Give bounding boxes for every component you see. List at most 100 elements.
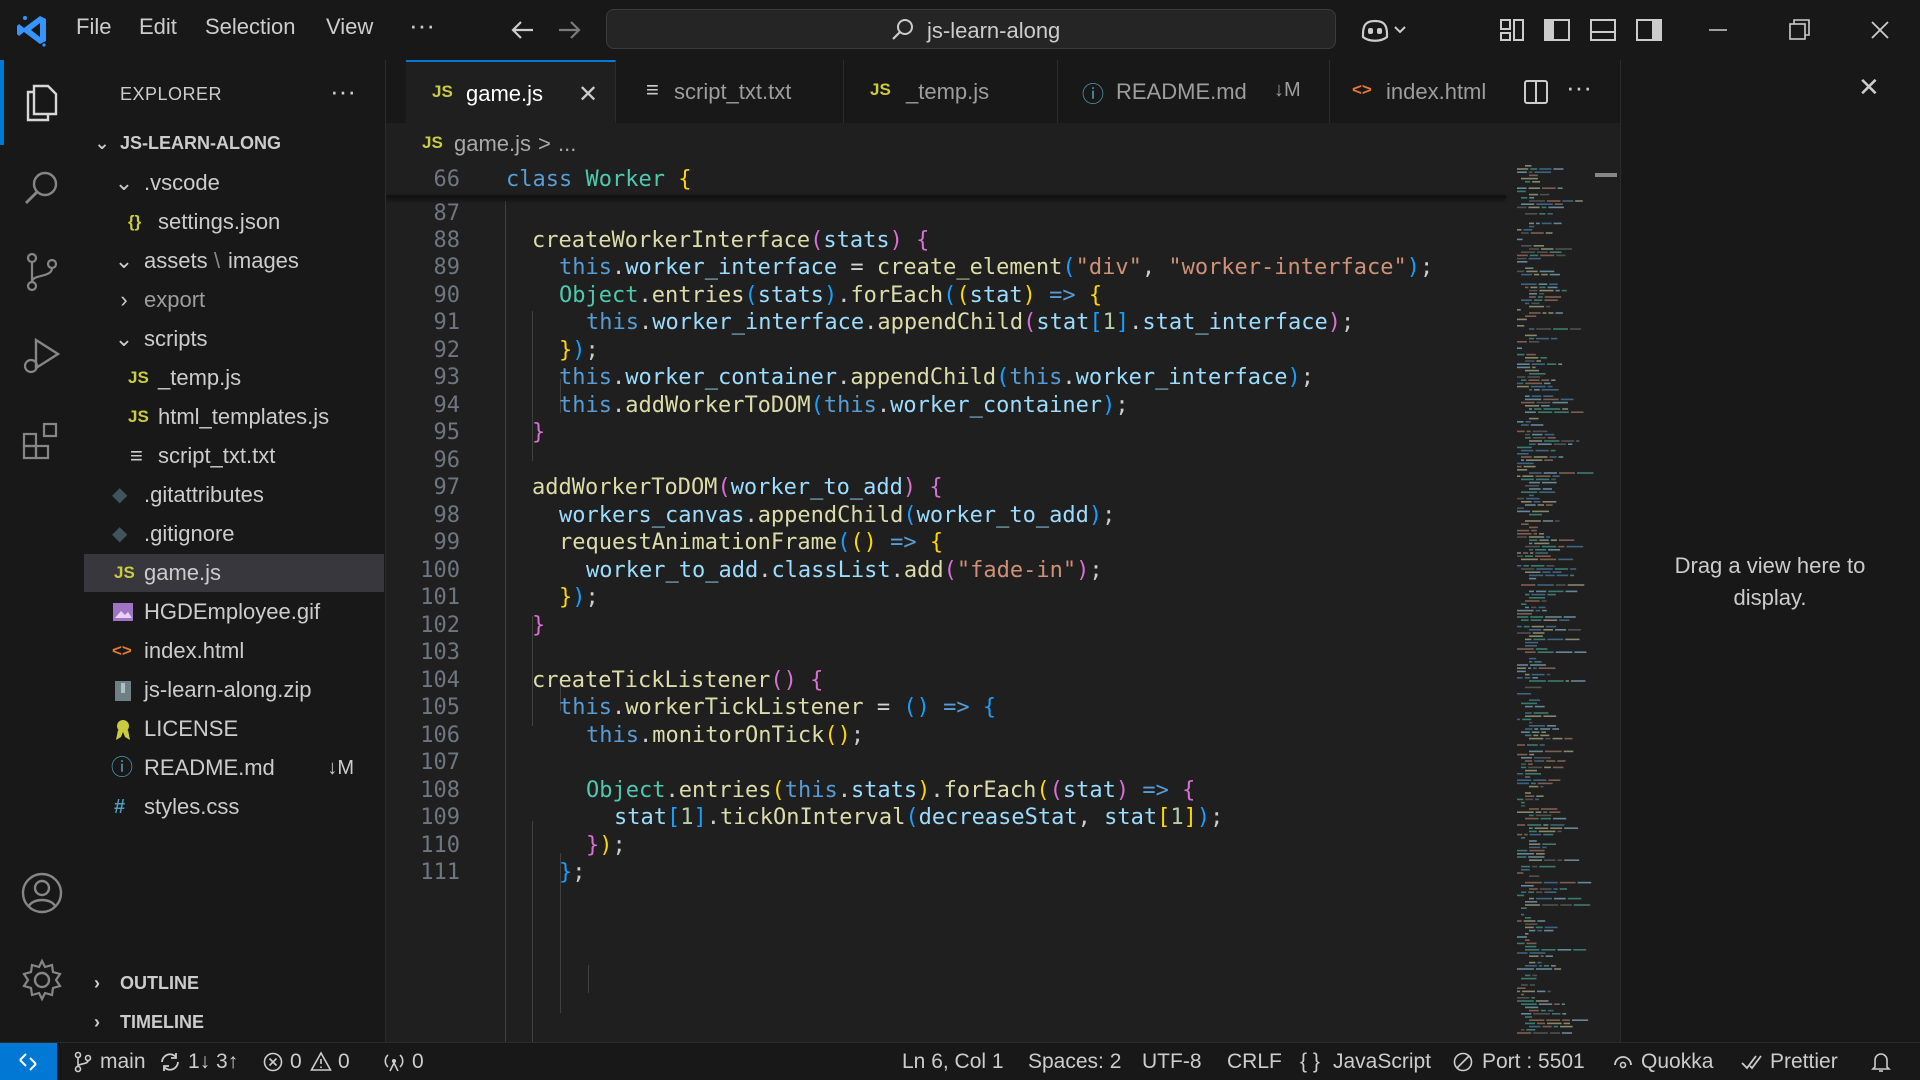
tree-file-hgdemployee-gif[interactable]: HGDEmployee.gif <box>84 593 384 631</box>
live-server-port[interactable]: Port : 5501 <box>1482 1050 1585 1074</box>
tree-file-index-html[interactable]: <> index.html <box>84 632 384 670</box>
notifications-bell-icon[interactable] <box>1870 1050 1892 1074</box>
breadcrumb-symbol[interactable]: ... <box>558 131 576 157</box>
minimap-code-stroke <box>1529 888 1538 890</box>
tree-file-readme[interactable]: ⓘ README.md ↓M <box>84 749 384 787</box>
tree-file-settings-json[interactable]: {} settings.json <box>84 203 384 241</box>
tree-file-styles-css[interactable]: # styles.css <box>84 788 384 826</box>
remote-indicator[interactable] <box>0 1043 57 1080</box>
prettier-status[interactable]: Prettier <box>1770 1050 1838 1074</box>
toggle-secondary-sidebar-icon[interactable] <box>1631 12 1667 48</box>
breadcrumb-file[interactable]: game.js <box>454 131 531 157</box>
minimap-code-stroke <box>1544 750 1562 753</box>
close-window-icon[interactable] <box>1862 12 1898 48</box>
code-line[interactable]: 111}; <box>386 856 1506 890</box>
close-secondary-sidebar-icon[interactable]: ✕ <box>1858 72 1880 103</box>
tree-file-script-txt[interactable]: ≡ script_txt.txt <box>84 437 384 475</box>
tab-temp-js[interactable]: JS _temp.js <box>844 60 1058 123</box>
minimap-code-stroke <box>1517 347 1523 349</box>
minimap-code-stroke <box>1517 206 1527 209</box>
minimap-code-stroke <box>1528 171 1533 173</box>
minimize-icon[interactable] <box>1700 12 1736 48</box>
outline-section[interactable]: › OUTLINE <box>84 964 384 1002</box>
minimap-code-stroke <box>1525 357 1539 359</box>
minimap-code-stroke <box>1523 565 1529 567</box>
minimap-code-stroke <box>1538 830 1556 833</box>
forward-arrow-icon[interactable] <box>551 12 587 48</box>
tree-folder-scripts[interactable]: ⌄ scripts <box>84 320 384 358</box>
tree-file-game-js[interactable]: JS game.js <box>84 554 384 592</box>
minimap-code-stroke <box>1557 760 1566 762</box>
minimap-code-stroke <box>1535 552 1549 554</box>
minimap-code-stroke <box>1547 638 1564 641</box>
command-center-search[interactable]: js-learn-along <box>606 9 1336 49</box>
settings-gear-icon[interactable] <box>18 956 66 1004</box>
tree-file-license[interactable]: LICENSE <box>84 710 384 748</box>
tree-file-html-templates-js[interactable]: JS html_templates.js <box>84 398 384 436</box>
quokka-status[interactable]: Quokka <box>1641 1050 1713 1074</box>
toggle-panel-icon[interactable] <box>1585 12 1621 48</box>
encoding[interactable]: UTF-8 <box>1142 1050 1202 1074</box>
editor-more-actions[interactable]: ··· <box>1566 72 1592 103</box>
error-count[interactable]: 0 <box>290 1050 302 1074</box>
minimap-code-stroke <box>1529 875 1540 877</box>
tree-folder-vscode[interactable]: ⌄ .vscode <box>84 164 384 202</box>
indentation[interactable]: Spaces: 2 <box>1028 1050 1121 1074</box>
menu-file[interactable]: File <box>76 14 111 40</box>
cursor-position[interactable]: Ln 6, Col 1 <box>902 1050 1004 1074</box>
minimap-code-stroke <box>1547 437 1556 439</box>
tab-index-html[interactable]: <> index.html <box>1330 60 1510 123</box>
sticky-scroll-line[interactable]: 66 class Worker { <box>386 163 1506 197</box>
line-endings[interactable]: CRLF <box>1227 1050 1282 1074</box>
split-editor-icon[interactable] <box>1522 78 1550 106</box>
menu-view[interactable]: View <box>326 14 373 40</box>
ports-count[interactable]: 0 <box>412 1050 424 1074</box>
toggle-primary-sidebar-icon[interactable] <box>1539 12 1575 48</box>
tree-folder-export[interactable]: › export <box>84 281 384 319</box>
tree-file-zip[interactable]: js-learn-along.zip <box>84 671 384 709</box>
overview-ruler-thumb[interactable] <box>1595 173 1617 177</box>
minimap-code-stroke <box>1517 664 1529 666</box>
restore-icon[interactable] <box>1781 12 1817 48</box>
workspace-root[interactable]: ⌄ JS-LEARN-ALONG <box>84 124 384 162</box>
menu-selection[interactable]: Selection <box>205 14 296 40</box>
source-control-icon[interactable] <box>18 248 66 296</box>
tab-readme[interactable]: ⓘ README.md ↓M <box>1058 60 1330 123</box>
minimap-code-stroke <box>1521 251 1536 253</box>
language-mode[interactable]: JavaScript <box>1333 1050 1431 1074</box>
tree-file-temp-js[interactable]: JS _temp.js <box>84 359 384 397</box>
sync-status[interactable]: 1↓ 3↑ <box>188 1050 238 1074</box>
close-tab-icon[interactable]: ✕ <box>578 80 598 109</box>
tab-game-js[interactable]: JS game.js ✕ <box>406 60 616 123</box>
minimap-code-stroke <box>1543 619 1558 621</box>
minimap-code-stroke <box>1526 497 1540 500</box>
tab-script-txt[interactable]: ≡ script_txt.txt <box>616 60 844 123</box>
back-arrow-icon[interactable] <box>505 12 541 48</box>
minimap-code-stroke <box>1517 744 1525 746</box>
extensions-icon[interactable] <box>18 416 66 464</box>
code-editor[interactable]: 66 class Worker { 87 88 createWorkerInterf… <box>386 163 1620 1042</box>
accounts-icon[interactable] <box>18 869 66 917</box>
warning-count[interactable]: 0 <box>338 1050 350 1074</box>
minimap-code-stroke <box>1542 609 1547 612</box>
timeline-section[interactable]: › TIMELINE <box>84 1003 384 1041</box>
run-and-debug-icon[interactable] <box>18 332 66 380</box>
minimap-code-stroke <box>1517 462 1534 465</box>
menu-edit[interactable]: Edit <box>139 14 177 40</box>
tree-file-gitignore[interactable]: ◆ .gitignore <box>84 515 384 553</box>
chevron-down-icon: ⌄ <box>114 248 134 273</box>
git-branch[interactable]: main <box>100 1050 146 1074</box>
minimap[interactable] <box>1515 163 1605 1042</box>
minimap-code-stroke <box>1517 952 1528 954</box>
copilot-icon[interactable] <box>1357 12 1409 48</box>
customize-layout-icon[interactable] <box>1494 12 1530 48</box>
tree-file-gitattributes[interactable]: ◆ .gitattributes <box>84 476 384 514</box>
explorer-files-icon[interactable] <box>18 78 66 126</box>
search-view-icon[interactable] <box>18 164 66 212</box>
minimap-code-stroke <box>1522 990 1535 993</box>
minimap-code-stroke <box>1529 833 1542 836</box>
menu-more[interactable]: ··· <box>409 10 435 41</box>
explorer-more-actions[interactable]: ··· <box>330 76 356 107</box>
minimap-code-stroke <box>1547 385 1553 388</box>
tree-folder-assets-images[interactable]: ⌄ assets \ images <box>84 242 384 280</box>
